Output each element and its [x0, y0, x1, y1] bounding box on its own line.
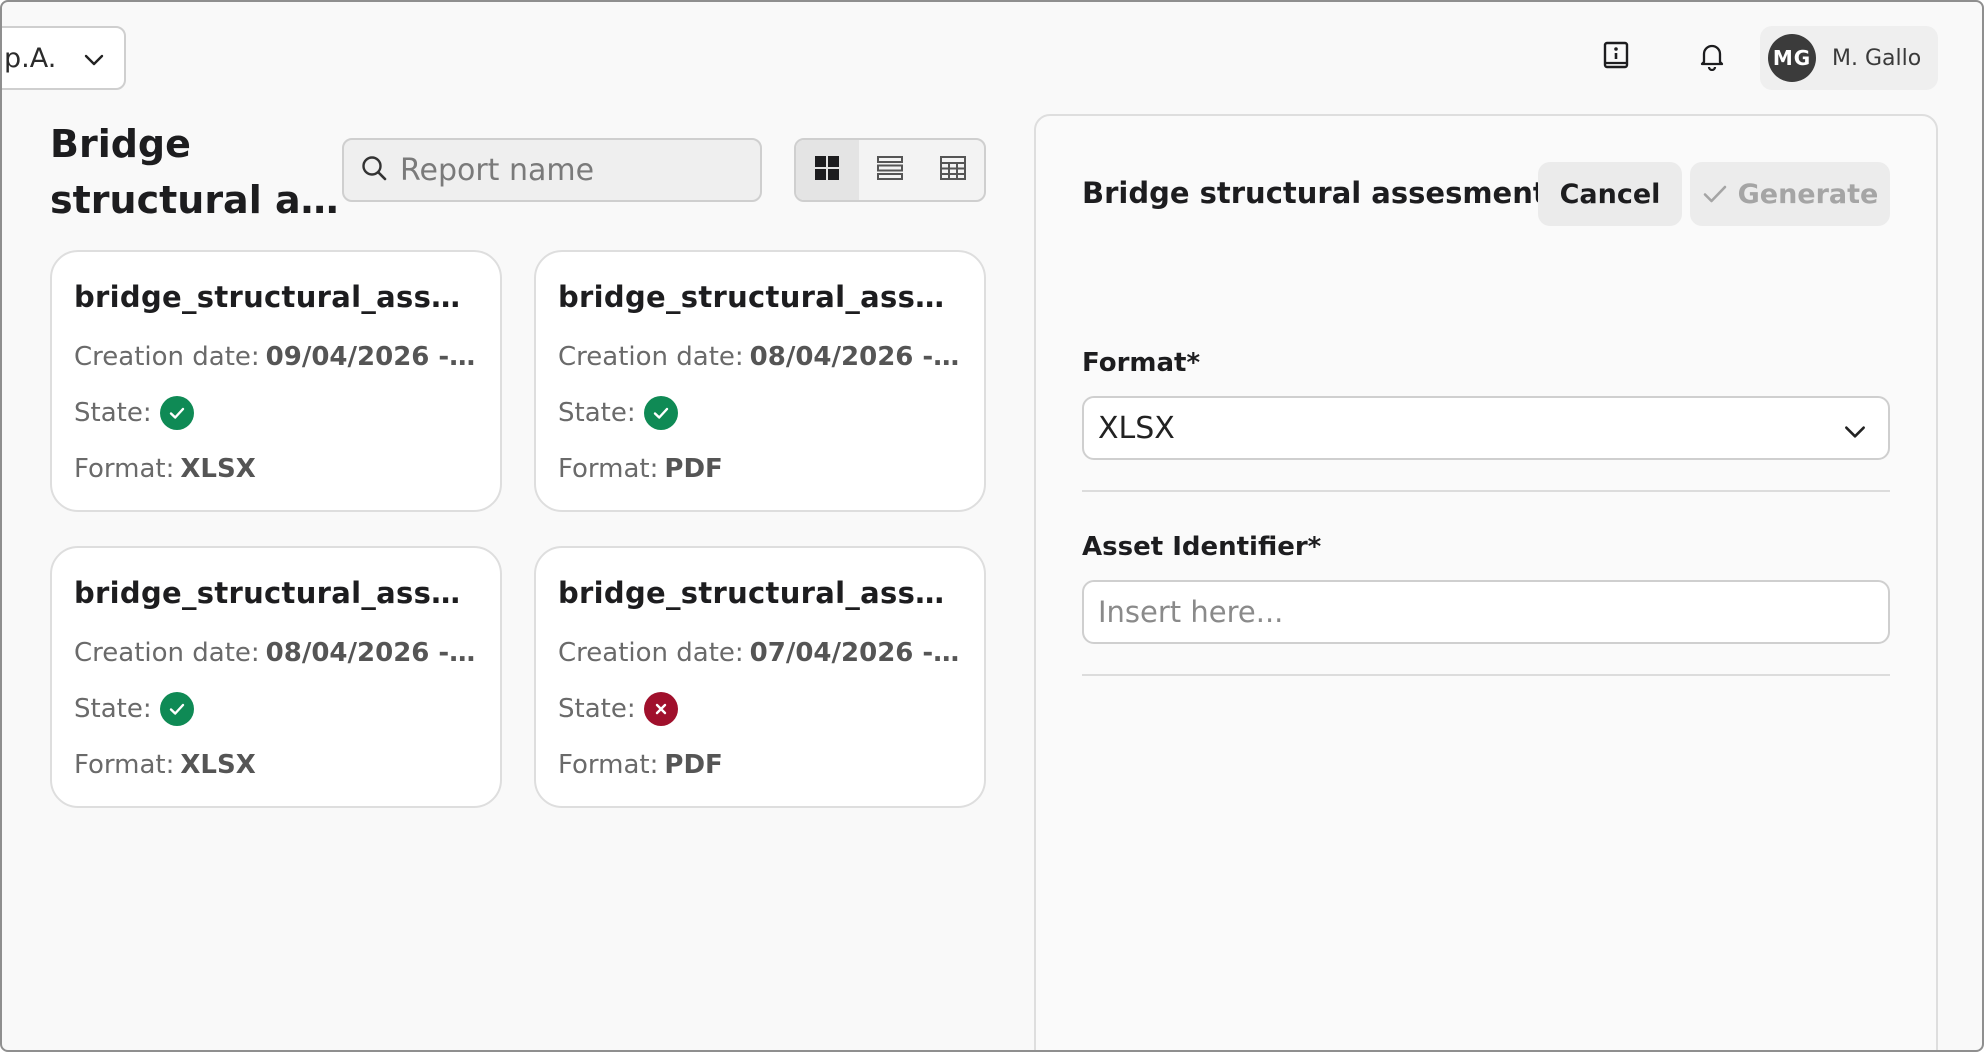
generate-report-panel: Bridge structural assesment Cancel Gener…: [1034, 114, 1938, 1050]
state-label: State:: [558, 398, 636, 428]
divider: [1082, 490, 1890, 492]
creation-date-row: Creation date: 08/04/2026 - 0...: [74, 634, 478, 672]
page-title: Bridge structural ass...: [50, 116, 342, 228]
cancel-button[interactable]: Cancel: [1538, 162, 1682, 226]
search-input[interactable]: [400, 152, 760, 188]
creation-date-label: Creation date:: [74, 638, 260, 668]
divider: [1082, 674, 1890, 676]
creation-date-value: 08/04/2026 - 1...: [749, 342, 962, 372]
generate-button[interactable]: Generate: [1690, 162, 1890, 226]
table-view-button[interactable]: [921, 140, 984, 200]
table-icon: [939, 155, 967, 185]
creation-date-row: Creation date: 07/04/2026 - 1...: [558, 634, 962, 672]
check-icon: [159, 396, 194, 430]
page-title-line1: Bridge: [50, 122, 191, 166]
view-toggle: [794, 138, 986, 202]
format-label: Format:: [558, 454, 659, 484]
search-box[interactable]: [342, 138, 762, 202]
report-name: bridge_structural_assessm...: [558, 280, 962, 314]
creation-date-value: 07/04/2026 - 1...: [749, 638, 962, 668]
info-button[interactable]: [1594, 36, 1638, 80]
report-name: bridge_structural_assessm...: [74, 576, 478, 610]
avatar: MG: [1768, 34, 1816, 82]
format-value: PDF: [664, 750, 723, 780]
report-card[interactable]: bridge_structural_assessm... Creation da…: [50, 546, 502, 808]
format-row: Format: XLSX: [74, 450, 478, 488]
creation-date-row: Creation date: 09/04/2026 - 1...: [74, 338, 478, 376]
check-icon: [159, 692, 194, 726]
state-label: State:: [74, 694, 152, 724]
check-icon: [1703, 185, 1726, 203]
report-card[interactable]: bridge_structural_assessm... Creation da…: [534, 250, 986, 512]
format-value: PDF: [664, 454, 723, 484]
panel-title: Bridge structural assesment: [1082, 176, 1547, 210]
list-view-button[interactable]: [859, 140, 922, 200]
company-selector[interactable]: p.A.: [2, 26, 126, 90]
creation-date-value: 09/04/2026 - 1...: [265, 342, 478, 372]
format-value: XLSX: [180, 454, 256, 484]
state-row: State:: [74, 394, 478, 432]
state-row: State:: [74, 690, 478, 728]
creation-date-label: Creation date:: [558, 638, 744, 668]
format-select-value: XLSX: [1098, 410, 1175, 446]
bell-icon: [1698, 41, 1726, 75]
report-name: bridge_structural_assessm...: [558, 576, 962, 610]
user-menu[interactable]: MG M. Gallo: [1760, 26, 1938, 90]
state-row: State:: [558, 690, 962, 728]
report-card[interactable]: bridge_structural_assessm... Creation da…: [534, 546, 986, 808]
app-window: p.A. MG M. Gallo Bridge structural ass..…: [0, 0, 1984, 1052]
list-icon: [876, 155, 904, 185]
format-label: Format:: [74, 454, 175, 484]
format-value: XLSX: [180, 750, 256, 780]
chevron-down-icon: [82, 48, 106, 79]
notifications-button[interactable]: [1690, 36, 1734, 80]
format-row: Format: PDF: [558, 450, 962, 488]
asset-identifier-label: Asset Identifier*: [1082, 532, 1322, 562]
grid-icon: [814, 155, 840, 185]
chevron-down-icon: [1842, 418, 1868, 453]
format-select[interactable]: XLSX: [1082, 396, 1890, 460]
check-icon: [643, 396, 678, 430]
creation-date-label: Creation date:: [74, 342, 260, 372]
asset-identifier-input[interactable]: [1082, 580, 1890, 644]
format-label: Format:: [558, 750, 659, 780]
search-icon: [360, 154, 388, 186]
grid-view-button[interactable]: [796, 140, 859, 200]
report-name: bridge_structural_assessm...: [74, 280, 478, 314]
page-title-line2: structural ass...: [50, 178, 342, 222]
company-selector-value: p.A.: [4, 42, 57, 74]
format-row: Format: PDF: [558, 746, 962, 784]
state-label: State:: [558, 694, 636, 724]
user-name: M. Gallo: [1832, 45, 1922, 71]
generate-label: Generate: [1737, 178, 1879, 210]
error-x-icon: [643, 692, 678, 726]
state-label: State:: [74, 398, 152, 428]
format-row: Format: XLSX: [74, 746, 478, 784]
format-label: Format:: [74, 750, 175, 780]
creation-date-value: 08/04/2026 - 0...: [265, 638, 478, 668]
report-card[interactable]: bridge_structural_assessm... Creation da…: [50, 250, 502, 512]
creation-date-row: Creation date: 08/04/2026 - 1...: [558, 338, 962, 376]
state-row: State:: [558, 394, 962, 432]
info-book-icon: [1602, 41, 1630, 75]
creation-date-label: Creation date:: [558, 342, 744, 372]
format-field-label: Format*: [1082, 348, 1201, 378]
